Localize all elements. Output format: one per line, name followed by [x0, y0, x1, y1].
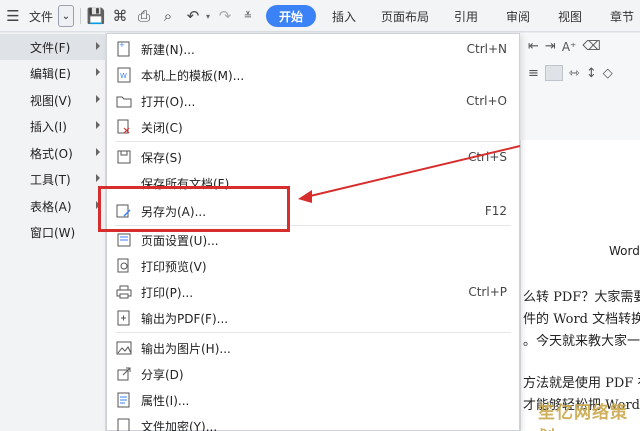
doc-line: 么转 PDF？大家需要 — [523, 290, 640, 305]
doc-line: 方法就是使用 PDF 在 — [523, 376, 640, 391]
left-menu-item-edit[interactable]: 编辑(E) — [0, 60, 106, 86]
menu-item-open[interactable]: 打开(O)... Ctrl+O — [107, 88, 519, 114]
print-preview-icon — [115, 257, 133, 275]
tab-insert[interactable]: 插入 — [326, 0, 362, 32]
menu-item-save[interactable]: 保存(S) Ctrl+S — [107, 144, 519, 170]
justify-icon[interactable] — [544, 65, 563, 81]
tab-review[interactable]: 审阅 — [500, 0, 536, 32]
tab-start[interactable]: 开始 — [266, 5, 316, 27]
doc-line: 件的 Word 文档转换 — [523, 312, 640, 327]
hamburger-menu-icon[interactable]: ☰ — [4, 0, 22, 32]
page-setup-icon — [115, 231, 133, 249]
doc-line: 。今天就来教大家一 — [523, 334, 640, 349]
decrease-indent-icon[interactable]: ⇤ — [528, 39, 539, 54]
left-menu-item-view[interactable]: 视图(V) — [0, 87, 106, 113]
submenu-arrow-icon — [96, 95, 100, 103]
watermark-text: 笙亿网络策划 — [538, 403, 628, 431]
align-center-icon[interactable]: ≡ — [528, 66, 539, 81]
menu-item-encrypt[interactable]: 文件加密(Y)... — [107, 413, 519, 431]
encrypt-icon — [115, 417, 133, 431]
pdf-icon — [115, 309, 133, 327]
left-menu-item-table[interactable]: 表格(A) — [0, 193, 106, 219]
left-menu-item-format[interactable]: 格式(O) — [0, 140, 106, 166]
folder-icon — [115, 92, 133, 110]
toolbar-divider — [80, 8, 81, 24]
close-doc-icon — [115, 118, 133, 136]
tab-chapter[interactable]: 章节 — [604, 0, 640, 32]
template-icon: W — [115, 66, 133, 84]
format-painter-icon[interactable]: ⌘ — [110, 0, 130, 32]
shading-icon[interactable]: ◇ — [603, 66, 613, 81]
file-menu-button[interactable]: 文件 — [26, 0, 56, 32]
tab-page-layout[interactable]: 页面布局 — [374, 0, 436, 32]
menu-item-export-pdf[interactable]: 输出为PDF(F)... — [107, 305, 519, 331]
save-icon — [115, 148, 133, 166]
left-menu-item-tools[interactable]: 工具(T) — [0, 166, 106, 192]
left-menu-item-window[interactable]: 窗口(W) — [0, 219, 106, 245]
print-preview-icon[interactable]: ⌕ — [158, 0, 178, 32]
more-dropdown-icon[interactable]: ≚ — [240, 0, 256, 32]
left-menu-item-file[interactable]: 文件(F) — [0, 34, 106, 60]
file-dropdown-chevron-icon[interactable]: ⌄ — [58, 5, 74, 27]
left-menu-item-insert[interactable]: 插入(I) — [0, 113, 106, 139]
submenu-arrow-icon — [96, 121, 100, 129]
tab-view[interactable]: 视图 — [552, 0, 588, 32]
menu-separator — [115, 141, 511, 142]
menu-item-close[interactable]: 关闭(C) — [107, 114, 519, 140]
ribbon-row-2: ≡ ⇿ ↕ ◇ — [528, 65, 613, 81]
menu-item-template[interactable]: W 本机上的模板(M)... — [107, 62, 519, 88]
menu-item-new[interactable]: + 新建(N)... Ctrl+N — [107, 36, 519, 62]
undo-icon[interactable]: ↶ — [184, 0, 202, 32]
line-spacing-icon[interactable]: ↕ — [586, 66, 597, 81]
submenu-arrow-icon — [96, 174, 100, 182]
file-submenu: + 新建(N)... Ctrl+N W 本机上的模板(M)... 打开(O)..… — [106, 33, 520, 431]
submenu-arrow-icon — [96, 42, 100, 50]
font-size-icon[interactable]: A⁺ — [562, 40, 577, 54]
top-toolbar: ☰ 文件 ⌄ 💾 ⌘ ⎙ ⌕ ↶ ▾ ↷ ≚ 开始 插入 页面布局 引用 审阅 … — [0, 0, 640, 32]
tab-references[interactable]: 引用 — [448, 0, 484, 32]
save-icon[interactable]: 💾 — [86, 0, 106, 32]
undo-dropdown-icon[interactable]: ▾ — [203, 0, 213, 32]
submenu-arrow-icon — [96, 148, 100, 156]
menu-item-print[interactable]: 打印(P)... Ctrl+P — [107, 279, 519, 305]
redo-icon[interactable]: ↷ — [216, 0, 234, 32]
menu-item-share[interactable]: 分享(D) — [107, 361, 519, 387]
new-doc-icon: + — [115, 40, 133, 58]
svg-text:+: + — [119, 41, 125, 49]
left-menu: 文件(F) 编辑(E) 视图(V) 插入(I) 格式(O) 工具(T) 表格(A… — [0, 33, 106, 431]
svg-text:W: W — [120, 72, 127, 80]
distribute-icon[interactable]: ⇿ — [569, 66, 580, 81]
image-icon — [115, 339, 133, 357]
submenu-arrow-icon — [96, 68, 100, 76]
menu-item-print-preview[interactable]: 打印预览(V) — [107, 253, 519, 279]
document-page[interactable]: Word 么转 PDF？大家需要 件的 Word 文档转换 。今天就来教大家一 … — [520, 140, 640, 431]
menu-item-properties[interactable]: 属性(I)... — [107, 387, 519, 413]
doc-line: Word — [609, 244, 640, 258]
print-icon — [115, 283, 133, 301]
properties-icon — [115, 391, 133, 409]
indent-icon[interactable]: ⇥ — [545, 39, 556, 54]
menu-item-export-image[interactable]: 输出为图片(H)... — [107, 335, 519, 361]
save-as-highlight-box — [98, 186, 290, 232]
share-icon — [115, 365, 133, 383]
print-icon[interactable]: ⎙ — [134, 0, 154, 32]
menu-separator — [115, 332, 511, 333]
clear-format-icon[interactable]: ⌫ — [582, 39, 600, 54]
ribbon-row-1: ⇤ ⇥ A⁺ ⌫ — [528, 39, 601, 54]
